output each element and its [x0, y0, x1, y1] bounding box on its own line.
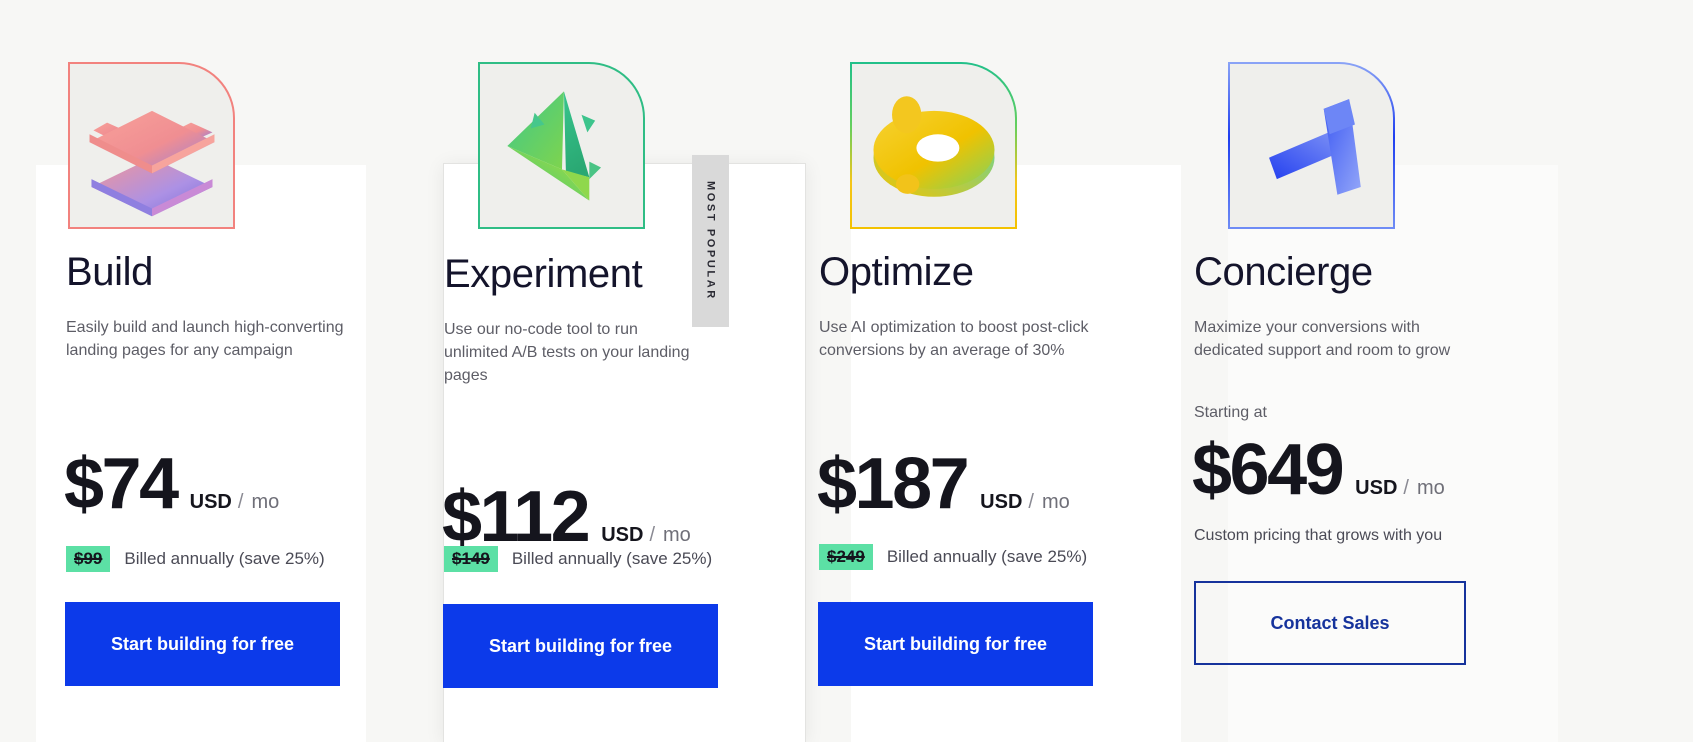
pyramid-prism-glyph — [507, 91, 602, 201]
custom-pricing-note: Custom pricing that grows with you — [1194, 527, 1443, 544]
plan-title-experiment: Experiment — [444, 252, 643, 296]
old-price-build: $99 — [66, 546, 111, 572]
torus-donut-icon — [850, 62, 1017, 229]
price-row-concierge: $649 USD / mo — [1192, 434, 1445, 506]
most-popular-badge: MOST POPULAR — [692, 155, 729, 327]
plan-title-build: Build — [66, 250, 153, 294]
price-row-optimize: $187 USD / mo — [817, 448, 1070, 520]
price-period-experiment: mo — [663, 524, 691, 546]
price-currency-experiment: USD — [601, 524, 644, 546]
plan-description-build: Easily build and launch high-converting … — [66, 319, 344, 359]
most-popular-label: MOST POPULAR — [704, 181, 717, 301]
price-row-experiment: $112 USD / mo — [442, 481, 691, 553]
start-building-button-optimize[interactable]: Start building for free — [818, 602, 1093, 686]
pyramid-prism-icon — [478, 62, 645, 229]
billing-note-experiment: Billed annually (save 25%) — [511, 549, 713, 568]
plan-description-concierge: Maximize your conversions with dedicated… — [1194, 319, 1451, 359]
price-separator-build: / — [237, 491, 244, 513]
plan-title-concierge: Concierge — [1194, 250, 1373, 294]
price-amount-concierge: $649 — [1192, 430, 1345, 510]
old-price-experiment: $149 — [444, 546, 498, 572]
price-row-build: $74 USD / mo — [64, 448, 279, 520]
price-amount-experiment: $112 — [442, 477, 591, 557]
pricing-plans-page: Build Easily build and launch high-conve… — [0, 0, 1693, 742]
price-separator-optimize: / — [1028, 491, 1034, 513]
price-currency-concierge: USD — [1355, 477, 1398, 499]
old-price-optimize: $249 — [819, 544, 873, 570]
layers-stack-icon — [68, 62, 235, 229]
price-amount-optimize: $187 — [817, 444, 970, 524]
layers-stack-glyph — [89, 110, 215, 217]
start-building-button-build[interactable]: Start building for free — [65, 602, 340, 686]
price-period-optimize: mo — [1041, 491, 1070, 513]
price-currency-optimize: USD — [980, 491, 1023, 513]
price-period-concierge: mo — [1416, 477, 1445, 499]
arrow-ribbon-icon — [1228, 62, 1395, 229]
torus-donut-glyph — [873, 96, 995, 197]
price-separator-concierge: / — [1403, 477, 1409, 499]
billing-row-experiment: $149 Billed annually (save 25%) — [444, 546, 712, 572]
price-separator-experiment: / — [649, 524, 655, 546]
start-building-button-experiment[interactable]: Start building for free — [443, 604, 718, 688]
contact-sales-button[interactable]: Contact Sales — [1194, 581, 1466, 665]
billing-row-build: $99 Billed annually (save 25%) — [66, 546, 325, 572]
price-currency-build: USD — [189, 491, 232, 513]
starting-at-label: Starting at — [1194, 404, 1267, 421]
billing-row-optimize: $249 Billed annually (save 25%) — [819, 544, 1087, 570]
arrow-ribbon-glyph — [1269, 99, 1361, 195]
billing-note-build: Billed annually (save 25%) — [124, 549, 325, 568]
pricing-card-list: Build Easily build and launch high-conve… — [0, 0, 1693, 742]
price-amount-build: $74 — [64, 444, 179, 524]
price-period-build: mo — [251, 491, 280, 513]
plan-title-optimize: Optimize — [819, 250, 974, 294]
plan-description-experiment: Use our no-code tool to run unlimited A/… — [444, 321, 690, 384]
plan-description-optimize: Use AI optimization to boost post-click … — [819, 319, 1089, 359]
billing-note-optimize: Billed annually (save 25%) — [886, 547, 1088, 566]
